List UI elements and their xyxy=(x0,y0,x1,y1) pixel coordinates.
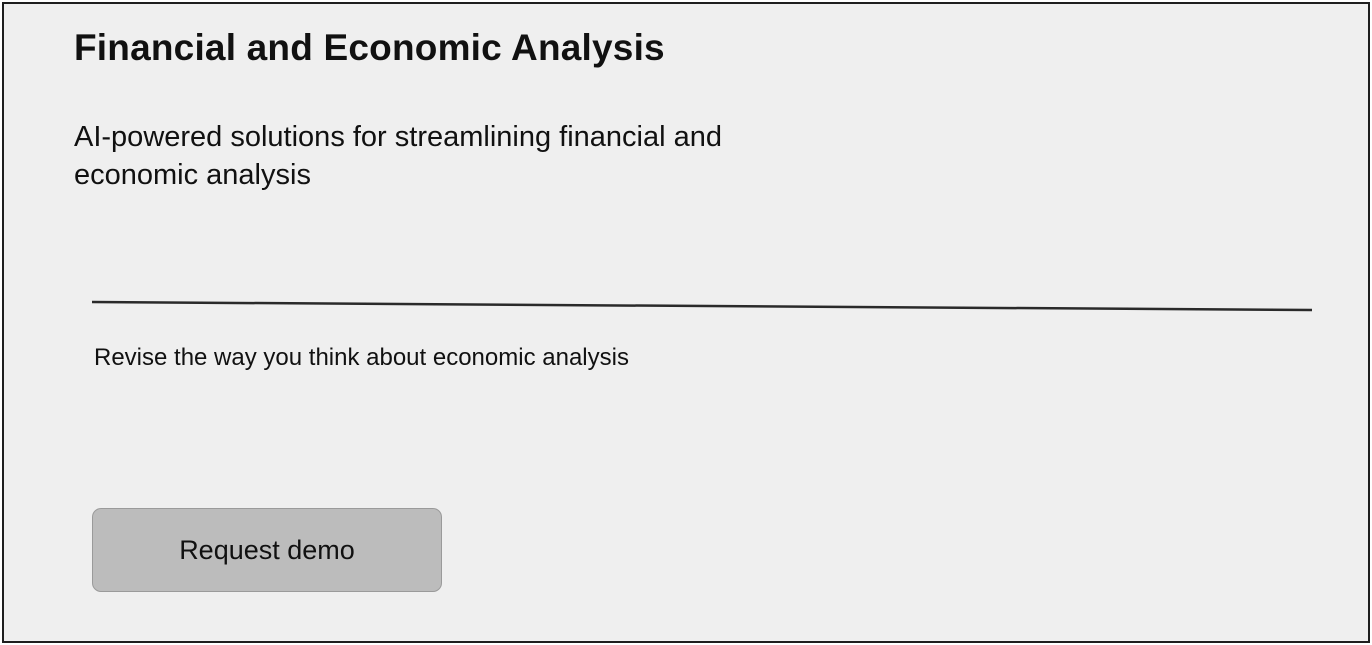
subtitle: AI-powered solutions for streamlining fi… xyxy=(74,121,723,191)
tagline: Revise the way you think about economic … xyxy=(94,344,629,371)
hero-card: Financial and Economic Analysis AI-power… xyxy=(2,2,1370,643)
divider xyxy=(92,299,1312,313)
request-demo-button[interactable]: Request demo xyxy=(92,508,442,592)
page-title: Financial and Economic Analysis xyxy=(74,27,665,68)
